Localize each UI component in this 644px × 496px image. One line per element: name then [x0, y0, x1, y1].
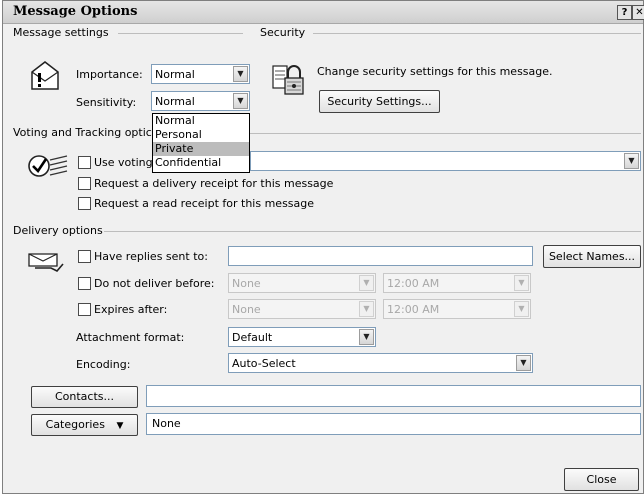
attachment-format-select[interactable]: Default ▼ — [228, 327, 376, 347]
delivery-envelope-icon — [27, 250, 67, 272]
chevron-down-icon: ▼ — [116, 421, 124, 431]
chevron-down-icon[interactable]: ▼ — [514, 275, 529, 291]
have-replies-checkbox[interactable] — [78, 250, 91, 263]
chevron-down-icon[interactable]: ▼ — [359, 301, 374, 317]
categories-value: None — [152, 417, 181, 430]
chevron-down-icon[interactable]: ▼ — [514, 301, 529, 317]
importance-select[interactable]: Normal ▼ — [151, 64, 250, 84]
encoding-select[interactable]: Auto-Select ▼ — [228, 353, 533, 373]
use-voting-checkbox[interactable] — [78, 156, 91, 169]
do-not-deliver-time-value: 12:00 AM — [387, 277, 440, 290]
chevron-down-icon[interactable]: ▼ — [233, 93, 248, 109]
security-divider — [313, 33, 641, 34]
expires-date-value: None — [232, 303, 261, 316]
categories-label: Categories — [45, 418, 105, 431]
importance-label: Importance: — [76, 68, 143, 81]
importance-value: Normal — [155, 68, 195, 81]
security-description: Change security settings for this messag… — [317, 65, 553, 78]
sensitivity-option[interactable]: Normal — [153, 114, 249, 128]
expires-checkbox[interactable] — [78, 303, 91, 316]
do-not-deliver-time-select[interactable]: 12:00 AM ▼ — [383, 273, 531, 293]
use-voting-label: Use voting — [94, 156, 153, 169]
sensitivity-option[interactable]: Confidential — [153, 156, 249, 170]
title-bar: Message Options ? ✕ — [3, 1, 644, 24]
voting-tracking-heading: Voting and Tracking optic — [13, 126, 152, 139]
importance-envelope-icon — [29, 59, 63, 91]
select-names-button[interactable]: Select Names... — [543, 245, 641, 268]
attachment-format-label: Attachment format: — [76, 331, 185, 344]
categories-input[interactable]: None — [146, 413, 641, 435]
close-button[interactable]: Close — [564, 468, 639, 491]
delivery-options-divider — [104, 231, 641, 232]
chevron-down-icon[interactable]: ▼ — [359, 275, 374, 291]
do-not-deliver-label: Do not deliver before: — [94, 277, 215, 290]
security-lock-icon — [269, 60, 309, 98]
do-not-deliver-date-value: None — [232, 277, 261, 290]
chevron-down-icon[interactable]: ▼ — [516, 355, 531, 371]
delivery-options-heading: Delivery options — [13, 224, 103, 237]
sensitivity-select[interactable]: Normal ▼ — [151, 91, 250, 111]
help-icon[interactable]: ? — [617, 5, 632, 20]
message-options-dialog: Message Options ? ✕ Message settings Imp… — [2, 0, 644, 494]
chevron-down-icon[interactable]: ▼ — [624, 153, 639, 169]
do-not-deliver-date-select[interactable]: None ▼ — [228, 273, 376, 293]
have-replies-label: Have replies sent to: — [94, 250, 208, 263]
encoding-value: Auto-Select — [232, 357, 296, 370]
read-receipt-label: Request a read receipt for this message — [94, 197, 315, 210]
have-replies-input[interactable] — [228, 246, 533, 266]
delivery-receipt-label: Request a delivery receipt for this mess… — [94, 177, 334, 190]
attachment-format-value: Default — [232, 331, 273, 344]
expires-time-value: 12:00 AM — [387, 303, 440, 316]
message-settings-divider — [118, 33, 243, 34]
message-settings-heading: Message settings — [13, 26, 109, 39]
categories-button[interactable]: Categories ▼ — [31, 414, 138, 436]
expires-label: Expires after: — [94, 303, 168, 316]
chevron-down-icon[interactable]: ▼ — [233, 66, 248, 82]
sensitivity-value: Normal — [155, 95, 195, 108]
voting-checkmark-icon — [27, 153, 71, 179]
voting-tracking-divider — [250, 133, 641, 134]
contacts-button[interactable]: Contacts... — [31, 386, 138, 408]
expires-date-select[interactable]: None ▼ — [228, 299, 376, 319]
security-settings-button[interactable]: Security Settings... — [319, 90, 440, 113]
sensitivity-option[interactable]: Personal — [153, 128, 249, 142]
do-not-deliver-checkbox[interactable] — [78, 277, 91, 290]
dialog-title: Message Options — [13, 4, 138, 19]
security-heading: Security — [260, 26, 306, 39]
sensitivity-label: Sensitivity: — [76, 96, 137, 109]
delivery-receipt-checkbox[interactable] — [78, 177, 91, 190]
expires-time-select[interactable]: 12:00 AM ▼ — [383, 299, 531, 319]
voting-buttons-select[interactable]: ▼ — [250, 151, 641, 171]
sensitivity-option-highlighted[interactable]: Private — [153, 142, 249, 156]
sensitivity-dropdown-list: Normal Personal Private Confidential — [152, 113, 250, 173]
encoding-label: Encoding: — [76, 358, 131, 371]
contacts-input[interactable] — [146, 385, 641, 407]
close-icon[interactable]: ✕ — [632, 5, 644, 20]
read-receipt-checkbox[interactable] — [78, 197, 91, 210]
chevron-down-icon[interactable]: ▼ — [359, 329, 374, 345]
